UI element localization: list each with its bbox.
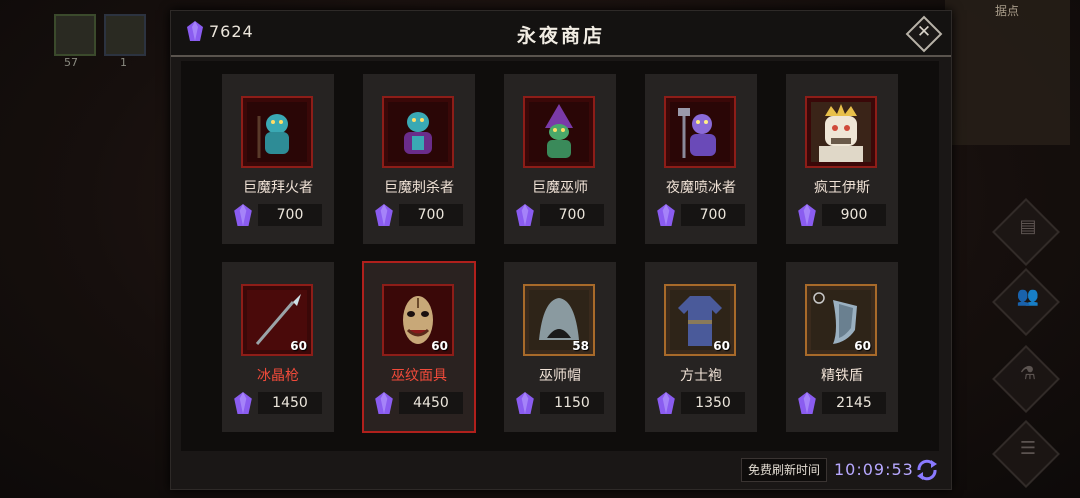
shop-item-card[interactable]: 58 巫师帽 1150: [504, 262, 616, 432]
price-value: 900: [822, 204, 886, 226]
item-price: 700: [234, 204, 322, 226]
list-icon: ☰: [1019, 438, 1037, 459]
close-button[interactable]: ✕: [905, 15, 943, 53]
refresh-countdown: 10:09:53: [834, 460, 914, 479]
purple-gem-icon: [798, 392, 816, 414]
shop-panel: 7624 永夜商店 ✕ 巨魔拜火者 700 巨魔刺杀者 700 巨魔巫师 700…: [170, 10, 952, 490]
purple-gem-icon: [516, 204, 534, 226]
item-icon-frame: [241, 96, 313, 168]
price-value: 700: [681, 204, 745, 226]
troll-fire-worshipper-icon: [247, 102, 307, 162]
purple-gem-icon: [516, 392, 534, 414]
flask-icon: ⚗: [1019, 363, 1037, 384]
purple-gem-icon: [234, 204, 252, 226]
minimap-title: 据点: [995, 4, 1020, 18]
shop-item-card[interactable]: 巨魔巫师 700: [504, 74, 616, 244]
item-price: 700: [375, 204, 463, 226]
shop-item-card[interactable]: 夜魔喷冰者 700: [645, 74, 757, 244]
troll-assassin-icon: [388, 102, 448, 162]
item-name: 夜魔喷冰者: [666, 180, 736, 196]
shop-header: 7624 永夜商店 ✕: [171, 11, 951, 57]
item-name: 疯王伊斯: [814, 180, 870, 196]
price-value: 1350: [681, 392, 745, 414]
minimap[interactable]: [945, 0, 1070, 145]
item-price: 1150: [516, 392, 604, 414]
price-value: 4450: [399, 392, 463, 414]
price-value: 2145: [822, 392, 886, 414]
refresh-icon[interactable]: [915, 458, 939, 482]
item-icon-frame: 60: [805, 284, 877, 356]
people-icon: 👥: [1016, 286, 1040, 307]
item-price: 700: [516, 204, 604, 226]
item-name: 精铁盾: [821, 368, 863, 384]
shop-item-card[interactable]: 60 精铁盾 2145: [786, 262, 898, 432]
price-value: 1150: [540, 392, 604, 414]
purple-gem-icon: [657, 392, 675, 414]
item-name: 巨魔巫师: [532, 180, 588, 196]
item-icon-frame: [805, 96, 877, 168]
shop-item-card[interactable]: 60 冰晶枪 1450: [222, 262, 334, 432]
shop-title: 永夜商店: [516, 25, 605, 47]
purple-gem-icon: [375, 204, 393, 226]
shop-item-card[interactable]: 60 方士袍 1350: [645, 262, 757, 432]
item-name: 巫纹面具: [391, 368, 447, 384]
purple-gem-icon: [798, 204, 816, 226]
item-level: 60: [713, 339, 730, 353]
item-price: 700: [657, 204, 745, 226]
item-level: 60: [431, 339, 448, 353]
item-name: 巫师帽: [539, 368, 581, 384]
item-price: 1450: [234, 392, 322, 414]
item-name: 巨魔刺杀者: [384, 180, 454, 196]
item-icon-frame: 60: [241, 284, 313, 356]
item-icon-frame: [523, 96, 595, 168]
close-icon: ✕: [916, 22, 932, 42]
purple-gem-icon: [375, 392, 393, 414]
shop-item-card[interactable]: 巨魔刺杀者 700: [363, 74, 475, 244]
free-refresh-label: 免费刷新时间: [741, 458, 828, 482]
shop-item-card[interactable]: 巨魔拜火者 700: [222, 74, 334, 244]
price-value: 700: [258, 204, 322, 226]
purple-gem-icon: [234, 392, 252, 414]
price-value: 700: [540, 204, 604, 226]
inventory-slot-1[interactable]: [54, 14, 96, 56]
item-icon-frame: 60: [664, 284, 736, 356]
inventory-slot-2[interactable]: [104, 14, 146, 56]
item-price: 1350: [657, 392, 745, 414]
inventory-slot-count: 1: [120, 56, 127, 69]
item-level: 60: [290, 339, 307, 353]
shop-item-card-selected[interactable]: 60 巫纹面具 4450: [362, 261, 476, 433]
item-level: 58: [572, 339, 589, 353]
item-price: 4450: [375, 392, 463, 414]
price-value: 700: [399, 204, 463, 226]
item-name: 巨魔拜火者: [243, 180, 313, 196]
item-name: 冰晶枪: [257, 368, 299, 384]
scroll-icon: ▤: [1019, 216, 1037, 237]
inventory-slot-count: 57: [64, 56, 78, 69]
shop-item-grid: 巨魔拜火者 700 巨魔刺杀者 700 巨魔巫师 700 夜魔喷冰者 700 疯…: [181, 61, 939, 451]
troll-wizard-icon: [529, 102, 589, 162]
item-icon-frame: [382, 96, 454, 168]
item-name: 方士袍: [680, 368, 722, 384]
item-icon-frame: 60: [382, 284, 454, 356]
item-level: 60: [854, 339, 871, 353]
mad-king-ice-icon: [811, 102, 871, 162]
shop-item-card[interactable]: 疯王伊斯 900: [786, 74, 898, 244]
purple-gem-icon: [657, 204, 675, 226]
item-icon-frame: [664, 96, 736, 168]
price-value: 1450: [258, 392, 322, 414]
item-price: 2145: [798, 392, 886, 414]
night-demon-ice-spitter-icon: [670, 102, 730, 162]
item-price: 900: [798, 204, 886, 226]
item-icon-frame: 58: [523, 284, 595, 356]
